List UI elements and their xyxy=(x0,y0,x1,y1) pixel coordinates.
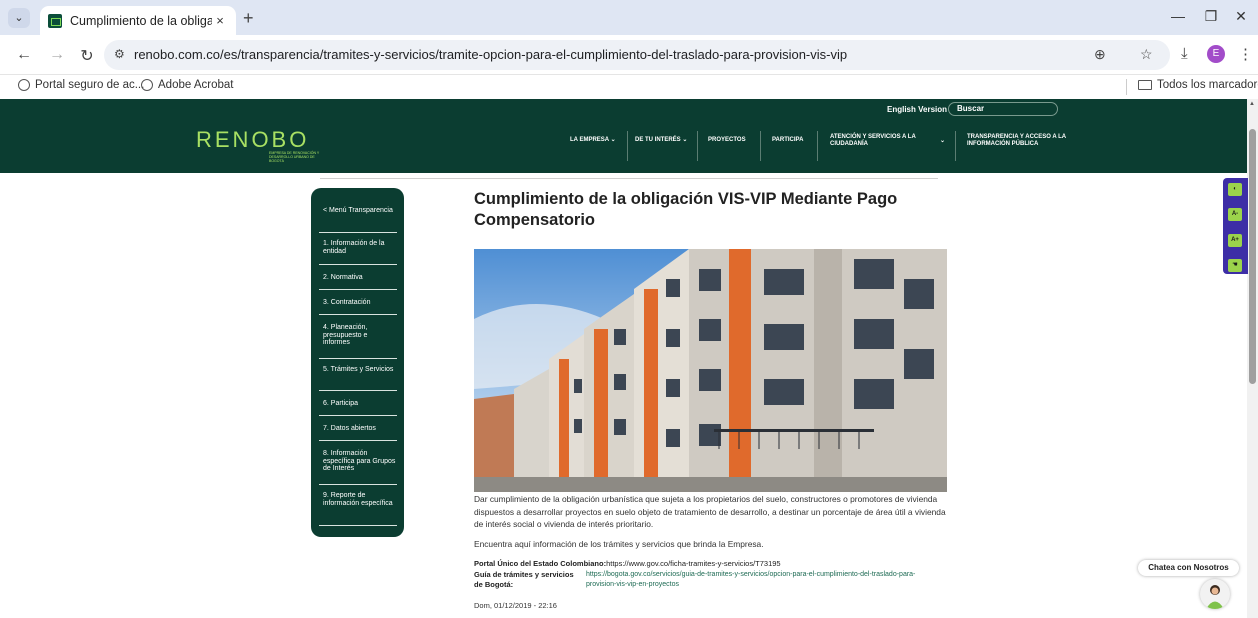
bookmarks-divider xyxy=(1126,79,1127,95)
all-bookmarks-folder[interactable]: Todos los marcadores xyxy=(1138,79,1258,91)
tab-search-icon[interactable]: ⌄ xyxy=(8,8,30,28)
favicon-icon xyxy=(48,13,62,28)
new-tab-button[interactable]: + xyxy=(243,8,254,29)
sidebar-divider xyxy=(319,358,397,359)
reload-icon[interactable]: ↻ xyxy=(77,46,97,66)
scroll-thumb[interactable] xyxy=(1249,129,1256,384)
housing-photo xyxy=(474,249,947,492)
description-text: Dar cumplimiento de la obligación urbaní… xyxy=(474,494,946,529)
download-icon[interactable]: ⤓ xyxy=(1181,45,1188,62)
browser-toolbar: ← → ↻ ⚙ renobo.com.co/es/transparencia/t… xyxy=(0,35,1258,75)
tab-title: Cumplimiento de la obligación xyxy=(70,13,212,28)
forward-icon[interactable]: → xyxy=(47,46,67,64)
page-scrollbar[interactable]: ▲ xyxy=(1247,99,1258,618)
menu-divider xyxy=(627,131,628,161)
content-divider xyxy=(320,178,938,179)
restore-icon[interactable]: ❐ xyxy=(1201,8,1221,25)
sidebar-item-planeacion[interactable]: 4. Planeación, presupuesto e informes xyxy=(323,324,396,347)
portal-label: Portal Único del Estado Colombiano: xyxy=(474,559,607,568)
accessibility-toolbar: ◐ A- A+ ☚ xyxy=(1223,178,1248,274)
zoom-icon[interactable]: ⊕ xyxy=(1094,46,1106,63)
sidebar-divider xyxy=(319,314,397,315)
apartment-buildings-illustration xyxy=(474,249,947,492)
menu-divider xyxy=(817,131,818,161)
chat-button[interactable]: Chatea con Nosotros xyxy=(1138,560,1239,576)
bookmark-portal[interactable]: Portal seguro de ac... xyxy=(18,79,144,91)
menu-la-empresa[interactable]: LA EMPRESA ⌄ xyxy=(570,137,616,144)
sidebar-item-menu-transparencia[interactable]: < Menú Transparencia xyxy=(323,207,396,215)
url-text[interactable]: renobo.com.co/es/transparencia/tramites-… xyxy=(134,47,847,62)
menu-proyectos[interactable]: PROYECTOS xyxy=(708,137,746,144)
sidebar-item-grupos-interes[interactable]: 8. Información específica para Grupos de… xyxy=(323,450,396,473)
chevron-down-icon: ⌄ xyxy=(682,137,688,143)
sidebar-divider xyxy=(319,415,397,416)
transparencia-sidebar: < Menú Transparencia 1. Información de l… xyxy=(311,188,404,537)
sidebar-divider xyxy=(319,264,397,265)
site-header: RENOBO EMPRESA DE RENOVACIÓN Y DESARROLL… xyxy=(0,99,1247,173)
sidebar-divider xyxy=(319,289,397,290)
chevron-down-icon: ⌄ xyxy=(610,137,616,143)
page-title: Cumplimiento de la obligación VIS-VIP Me… xyxy=(474,190,898,229)
bookmark-label: Portal seguro de ac... xyxy=(35,79,145,91)
sidebar-item-reporte[interactable]: 9. Reporte de información específica xyxy=(323,492,396,507)
menu-participa[interactable]: PARTICIPA xyxy=(772,137,803,144)
bookmark-label: Adobe Acrobat xyxy=(158,79,234,91)
chat-avatar[interactable] xyxy=(1200,579,1230,609)
more-menu-icon[interactable]: ⋮ xyxy=(1238,45,1253,63)
bookmarks-bar: Portal seguro de ac... Adobe Acrobat Tod… xyxy=(0,75,1258,99)
site-info-icon[interactable]: ⚙ xyxy=(114,47,125,61)
chevron-down-icon[interactable]: ⌄ xyxy=(940,138,945,145)
browser-tab[interactable]: Cumplimiento de la obligación × xyxy=(40,6,236,35)
sidebar-item-datos-abiertos[interactable]: 7. Datos abiertos xyxy=(323,425,396,433)
sign-language-icon[interactable]: ☚ xyxy=(1228,259,1242,272)
sidebar-item-participa[interactable]: 6. Participa xyxy=(323,400,396,408)
search-input[interactable]: Buscar xyxy=(948,102,1058,116)
sidebar-divider xyxy=(319,525,397,526)
address-bar[interactable]: ⚙ renobo.com.co/es/transparencia/tramite… xyxy=(104,40,1170,70)
renobo-logo[interactable]: RENOBO xyxy=(196,127,309,153)
profile-avatar[interactable]: E xyxy=(1207,45,1225,63)
menu-divider xyxy=(697,131,698,161)
contrast-icon[interactable]: ◐ xyxy=(1228,183,1242,196)
scroll-up-icon[interactable]: ▲ xyxy=(1249,101,1255,107)
services-text: Encuentra aquí información de los trámit… xyxy=(474,539,764,549)
increase-font-button[interactable]: A+ xyxy=(1228,234,1242,247)
menu-atencion[interactable]: ATENCIÓN Y SERVICIOS A LA CIUDADANÍA xyxy=(830,134,925,148)
assistant-avatar-icon xyxy=(1206,585,1224,609)
portal-unico-row: Portal Único del Estado Colombiano:https… xyxy=(474,559,781,568)
minimize-icon[interactable]: — xyxy=(1168,8,1188,24)
bookmark-adobe[interactable]: Adobe Acrobat xyxy=(141,79,233,91)
guia-link[interactable]: https://bogota.gov.co/servicios/guia-de-… xyxy=(586,570,936,590)
back-icon[interactable]: ← xyxy=(14,46,34,64)
sidebar-divider xyxy=(319,232,397,233)
menu-de-tu-interes[interactable]: DE TU INTERÉS ⌄ xyxy=(635,137,687,144)
sidebar-item-normativa[interactable]: 2. Normativa xyxy=(323,274,396,282)
tab-close-icon[interactable]: × xyxy=(212,13,228,28)
sidebar-divider xyxy=(319,440,397,441)
globe-icon xyxy=(18,79,30,91)
sidebar-divider xyxy=(319,484,397,485)
sidebar-item-contratacion[interactable]: 3. Contratación xyxy=(323,299,396,307)
sidebar-item-tramites[interactable]: 5. Trámites y Servicios xyxy=(323,366,396,374)
close-window-icon[interactable]: ✕ xyxy=(1231,8,1251,25)
sidebar-divider xyxy=(319,390,397,391)
portal-link[interactable]: https://www.gov.co/ficha-tramites-y-serv… xyxy=(606,559,781,568)
guia-label: Guía de trámites y servicios de Bogotá: xyxy=(474,570,574,589)
sidebar-item-informacion[interactable]: 1. Información de la entidad xyxy=(323,240,396,255)
decrease-font-button[interactable]: A- xyxy=(1228,208,1242,221)
menu-divider xyxy=(955,131,956,161)
logo-subtitle: EMPRESA DE RENOVACIÓN Y DESARROLLO URBAN… xyxy=(269,151,320,163)
menu-label: LA EMPRESA xyxy=(570,137,609,143)
folder-icon xyxy=(1138,80,1152,90)
globe-icon xyxy=(141,79,153,91)
publish-date: Dom, 01/12/2019 - 22:16 xyxy=(474,601,557,610)
menu-transparencia[interactable]: TRANSPARENCIA Y ACCESO A LA INFORMACIÓN … xyxy=(967,134,1067,148)
bookmark-star-icon[interactable]: ☆ xyxy=(1140,46,1153,63)
tab-strip: ⌄ Cumplimiento de la obligación × + — ❐ … xyxy=(0,0,1258,35)
english-version-link[interactable]: English Version xyxy=(887,105,947,114)
menu-divider xyxy=(760,131,761,161)
bookmark-label: Todos los marcadores xyxy=(1157,79,1258,91)
menu-label: DE TU INTERÉS xyxy=(635,137,681,143)
